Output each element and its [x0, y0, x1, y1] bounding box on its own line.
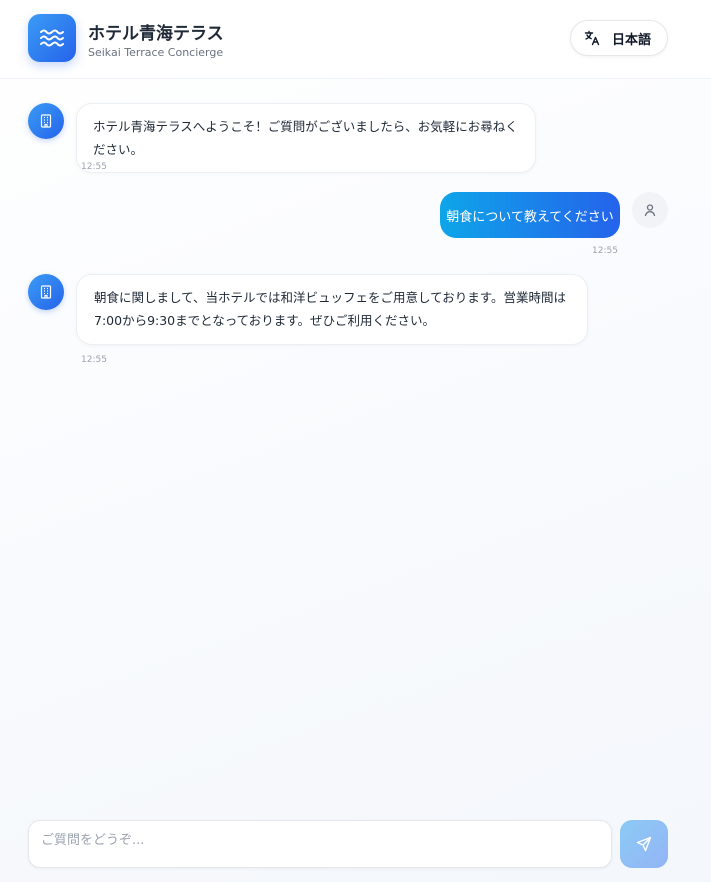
message-time: 12:55: [592, 246, 618, 256]
app-header: ホテル青海テラス Seikai Terrace Concierge 日本語: [0, 0, 711, 79]
send-button[interactable]: [620, 820, 668, 868]
message-bubble-bot: ホテル青海テラスへようこそ！ご質問がございましたら、お気軽にお尋ねください。: [76, 103, 536, 173]
bot-avatar: [28, 274, 64, 310]
building-icon: [40, 285, 52, 299]
message-bubble-user: 朝食について教えてください: [440, 192, 620, 238]
send-icon: [636, 836, 652, 852]
user-avatar: [632, 192, 668, 228]
building-icon: [40, 114, 52, 128]
hotel-title: ホテル青海テラス: [88, 24, 224, 44]
message-time: 12:55: [81, 162, 107, 172]
message-input[interactable]: [29, 821, 611, 867]
waves-icon: [40, 29, 64, 47]
message-text: 朝食に関しまして、当ホテルでは和洋ビュッフェをご用意しております。営業時間は7:…: [94, 290, 567, 328]
hotel-subtitle: Seikai Terrace Concierge: [88, 46, 224, 59]
message-text: 朝食について教えてください: [446, 209, 614, 225]
translate-icon: [584, 30, 600, 46]
message-time: 12:55: [81, 355, 107, 365]
bot-avatar: [28, 103, 64, 139]
hotel-logo: [28, 14, 76, 62]
language-button[interactable]: 日本語: [570, 20, 668, 56]
message-text: ホテル青海テラスへようこそ！ご質問がございましたら、お気軽にお尋ねください。: [93, 119, 518, 157]
user-icon: [644, 204, 656, 217]
message-composer: [28, 820, 612, 868]
message-bubble-bot: 朝食に関しまして、当ホテルでは和洋ビュッフェをご用意しております。営業時間は7:…: [76, 274, 588, 345]
language-label: 日本語: [612, 32, 652, 48]
